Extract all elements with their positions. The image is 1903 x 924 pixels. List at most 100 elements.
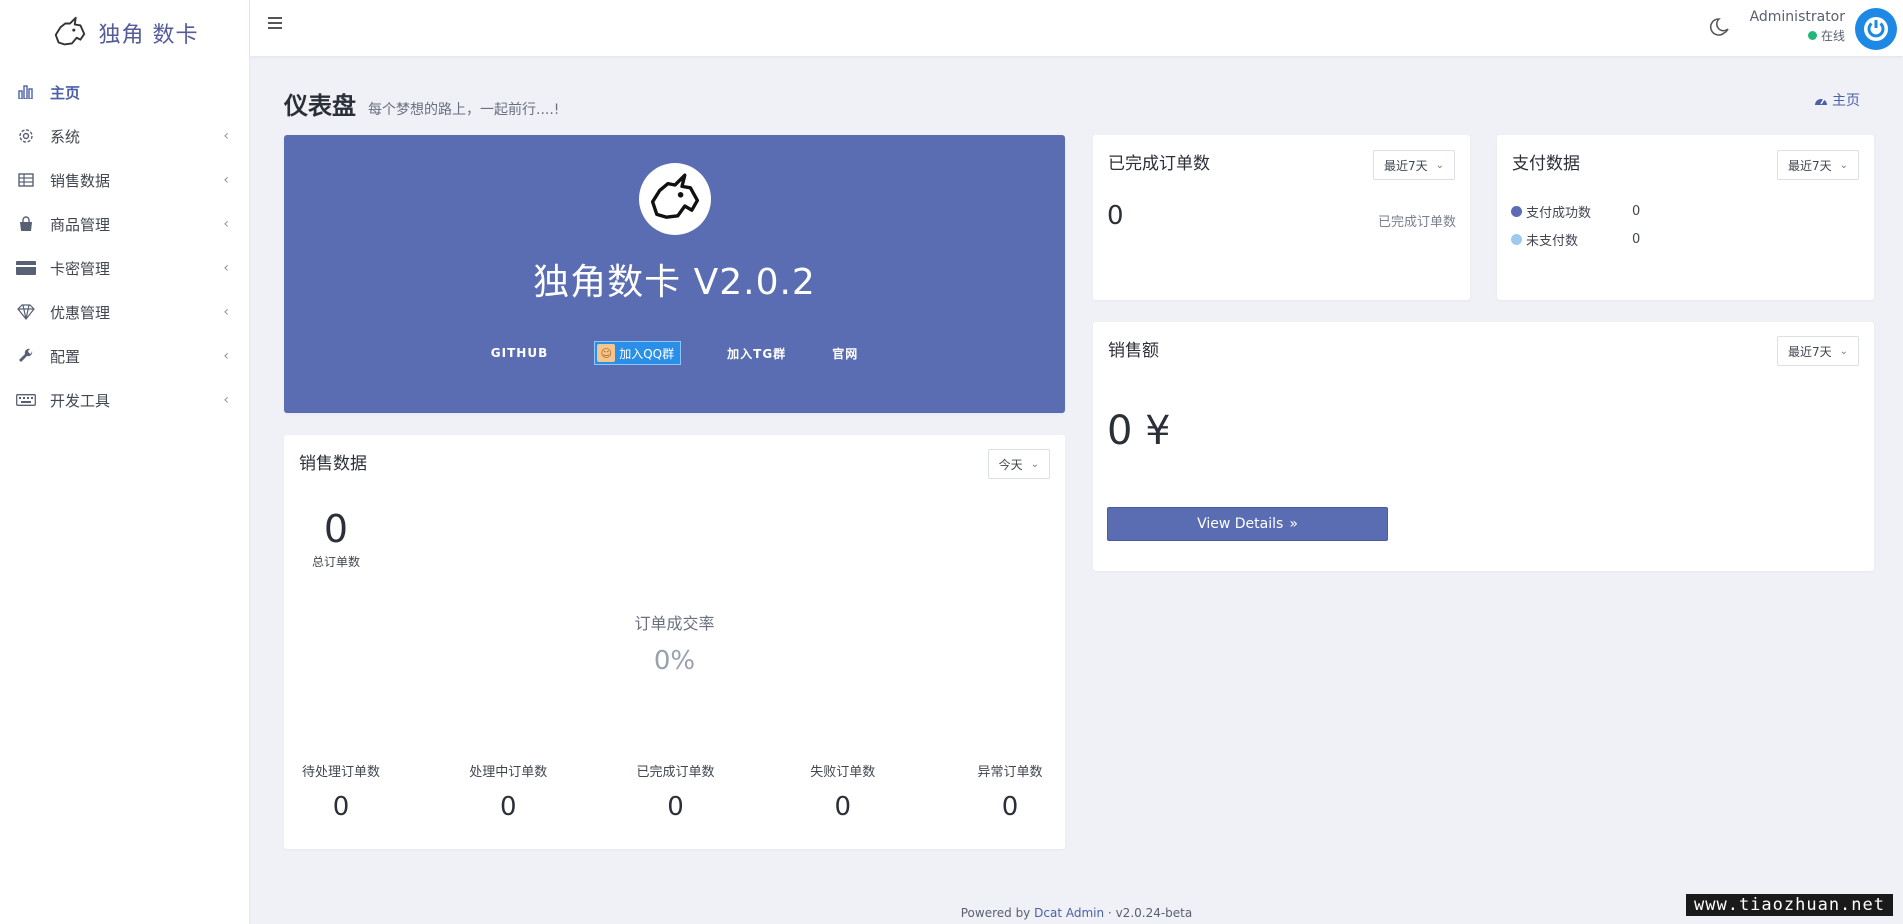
card-title: 销售数据 <box>299 454 367 474</box>
topbar: Administrator 在线 <box>250 0 1903 56</box>
legend-value: 0 <box>1632 203 1641 219</box>
credit-card-icon <box>16 258 36 278</box>
range-select-value: 最近7天 <box>1383 158 1428 173</box>
sidebar-item-devtools[interactable]: 开发工具 ‹ <box>0 378 249 422</box>
order-stats: 待处理订单数 0 处理中订单数 0 已完成订单数 0 失败订单数 0 异常订单数… <box>284 761 1065 822</box>
revenue-value: 0 ¥ <box>1107 408 1171 454</box>
sidebar-item-label: 优惠管理 <box>50 303 111 322</box>
join-tg-link[interactable]: 加入TG群 <box>727 345 786 362</box>
chevron-left-icon: ‹ <box>223 348 229 364</box>
sidebar-item-home[interactable]: 主页 <box>0 70 249 114</box>
sidebar-item-config[interactable]: 配置 ‹ <box>0 334 249 378</box>
sidebar-item-label: 销售数据 <box>50 171 111 190</box>
official-site-link[interactable]: 官网 <box>832 345 858 362</box>
user-name: Administrator <box>1749 9 1845 25</box>
page-title: 仪表盘 <box>284 92 356 120</box>
breadcrumb[interactable]: 主页 <box>1814 90 1860 110</box>
brand[interactable]: 独角 数卡 <box>0 0 249 66</box>
stat-label: 已完成订单数 <box>636 765 715 780</box>
stat-completed: 已完成订单数 0 <box>633 761 719 822</box>
stat-label: 失败订单数 <box>810 765 876 780</box>
user-status: 在线 <box>1750 27 1845 44</box>
banner-links: GITHUB ☺ 加入QQ群 加入TG群 官网 <box>284 341 1065 365</box>
chevron-down-icon: ⌄ <box>1435 159 1444 171</box>
wrench-icon <box>16 346 36 366</box>
legend-item: 未支付数 0 <box>1511 225 1640 253</box>
chevron-left-icon: ‹ <box>223 216 229 232</box>
avatar[interactable] <box>1855 8 1897 50</box>
sidebar-item-goods[interactable]: 商品管理 ‹ <box>0 202 249 246</box>
brand-name: 独角 数卡 <box>98 23 199 48</box>
footer-version: v2.0.24-beta <box>1115 906 1193 920</box>
range-select[interactable]: 最近7天 ⌄ <box>1776 150 1859 180</box>
legend-label: 支付成功数 <box>1526 205 1592 221</box>
github-link[interactable]: GITHUB <box>491 346 548 360</box>
card-title: 销售额 <box>1108 341 1159 361</box>
dark-mode-icon[interactable] <box>1709 16 1733 40</box>
sidebar: 独角 数卡 主页 系统 ‹ 销售数据 ‹ 商品管理 ‹ 卡密管理 ‹ 优惠管理 … <box>0 0 250 924</box>
payment-legend: 支付成功数 0 未支付数 0 <box>1511 197 1640 253</box>
breadcrumb-home: 主页 <box>1832 93 1860 109</box>
stat-failed: 失败订单数 0 <box>800 761 886 822</box>
completed-orders-value: 0 <box>1107 201 1124 231</box>
join-qq-label: 加入QQ群 <box>619 346 675 361</box>
chevron-left-icon: ‹ <box>223 392 229 408</box>
range-select-value: 最近7天 <box>1787 158 1832 173</box>
unicorn-logo-icon <box>639 163 711 235</box>
total-orders: 0 总订单数 <box>296 507 376 570</box>
power-icon <box>1864 17 1888 41</box>
chevron-left-icon: ‹ <box>223 304 229 320</box>
chevron-down-icon: ⌄ <box>1030 458 1039 470</box>
legend-dot <box>1511 233 1522 245</box>
shopping-bag-icon <box>16 214 36 234</box>
bar-chart-icon <box>16 82 36 102</box>
total-orders-value: 0 <box>323 507 349 551</box>
chevron-down-icon: ⌄ <box>1839 159 1848 171</box>
chevron-left-icon: ‹ <box>223 172 229 188</box>
join-qq-button[interactable]: ☺ 加入QQ群 <box>594 341 682 365</box>
range-select[interactable]: 最近7天 ⌄ <box>1776 336 1859 366</box>
range-select[interactable]: 最近7天 ⌄ <box>1372 150 1455 180</box>
payment-data-card: 支付数据 最近7天 ⌄ 支付成功数 0 未支付数 0 <box>1497 135 1874 300</box>
conversion-rate: 订单成交率 0% <box>284 610 1065 676</box>
range-select-value: 今天 <box>998 457 1023 472</box>
legend-item: 支付成功数 0 <box>1511 197 1640 225</box>
dashboard-icon <box>1815 98 1827 105</box>
card-title: 支付数据 <box>1512 154 1580 174</box>
range-select-value: 最近7天 <box>1787 344 1832 359</box>
sidebar-item-label: 卡密管理 <box>50 259 111 278</box>
legend-label: 未支付数 <box>1526 233 1579 249</box>
table-icon <box>16 170 36 190</box>
sidebar-item-coupons[interactable]: 优惠管理 ‹ <box>0 290 249 334</box>
stat-value: 0 <box>834 792 852 822</box>
range-select[interactable]: 今天 ⌄ <box>987 449 1050 479</box>
sidebar-item-label: 商品管理 <box>50 215 111 234</box>
sidebar-item-sales[interactable]: 销售数据 ‹ <box>0 158 249 202</box>
sidebar-item-system[interactable]: 系统 ‹ <box>0 114 249 158</box>
stat-abnormal: 异常订单数 0 <box>967 761 1053 822</box>
user-info[interactable]: Administrator 在线 <box>1750 9 1845 44</box>
chevron-left-icon: ‹ <box>223 260 229 276</box>
double-chevron-right-icon: » <box>1289 516 1298 532</box>
completed-orders-card: 已完成订单数 最近7天 ⌄ 0 已完成订单数 <box>1093 135 1470 300</box>
page-subtitle: 每个梦想的路上，一起前行....! <box>368 102 560 118</box>
sidebar-item-cards[interactable]: 卡密管理 ‹ <box>0 246 249 290</box>
footer-separator: · <box>1107 906 1112 920</box>
menu-toggle-icon[interactable] <box>268 14 288 34</box>
card-title: 已完成订单数 <box>1108 154 1210 174</box>
footer: Powered by Dcat Admin · v2.0.24-beta <box>250 906 1903 920</box>
dcat-admin-link[interactable]: Dcat Admin <box>1034 906 1104 920</box>
view-details-button[interactable]: View Details » <box>1107 507 1388 541</box>
footer-prefix: Powered by <box>960 906 1031 920</box>
completed-orders-label: 已完成订单数 <box>1377 215 1456 230</box>
sidebar-item-label: 开发工具 <box>50 391 111 410</box>
online-dot-icon <box>1807 31 1817 40</box>
sales-data-card: 销售数据 今天 ⌄ 0 总订单数 订单成交率 0% 待处理订单数 0 处理中订单… <box>284 435 1065 849</box>
legend-dot <box>1511 205 1522 217</box>
chevron-down-icon: ⌄ <box>1839 345 1848 357</box>
banner-title: 独角数卡 V2.0.2 <box>533 262 816 303</box>
sidebar-item-label: 主页 <box>50 83 81 102</box>
stat-pending: 待处理订单数 0 <box>298 761 384 822</box>
stat-label: 待处理订单数 <box>301 765 380 780</box>
page-header: 仪表盘 每个梦想的路上，一起前行....! <box>284 86 559 121</box>
